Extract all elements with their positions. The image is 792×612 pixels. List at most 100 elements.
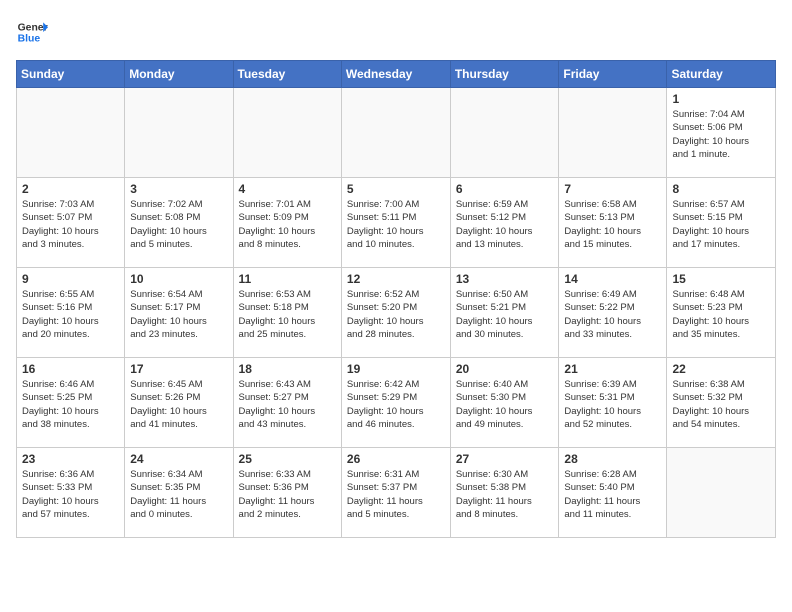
calendar-cell: 2 Sunrise: 7:03 AM Sunset: 5:07 PM Daylig… [17, 178, 125, 268]
day-info: Sunrise: 6:30 AM Sunset: 5:38 PM Dayligh… [456, 468, 554, 521]
day-info: Sunrise: 6:50 AM Sunset: 5:21 PM Dayligh… [456, 288, 554, 341]
day-number: 22 [672, 362, 770, 376]
day-info: Sunrise: 7:02 AM Sunset: 5:08 PM Dayligh… [130, 198, 227, 251]
day-number: 18 [239, 362, 336, 376]
day-info: Sunrise: 6:52 AM Sunset: 5:20 PM Dayligh… [347, 288, 445, 341]
day-info: Sunrise: 6:28 AM Sunset: 5:40 PM Dayligh… [564, 468, 661, 521]
day-info: Sunrise: 6:42 AM Sunset: 5:29 PM Dayligh… [347, 378, 445, 431]
weekday-header-monday: Monday [125, 61, 233, 88]
calendar-cell: 20 Sunrise: 6:40 AM Sunset: 5:30 PM Dayli… [450, 358, 559, 448]
day-info: Sunrise: 6:34 AM Sunset: 5:35 PM Dayligh… [130, 468, 227, 521]
day-info: Sunrise: 6:33 AM Sunset: 5:36 PM Dayligh… [239, 468, 336, 521]
calendar: SundayMondayTuesdayWednesdayThursdayFrid… [16, 60, 776, 538]
calendar-cell: 1Sunrise: 7:04 AM Sunset: 5:06 PM Daylig… [667, 88, 776, 178]
calendar-cell: 11 Sunrise: 6:53 AM Sunset: 5:18 PM Dayli… [233, 268, 341, 358]
day-number: 24 [130, 452, 227, 466]
calendar-cell: 3 Sunrise: 7:02 AM Sunset: 5:08 PM Daylig… [125, 178, 233, 268]
week-row-2: 9 Sunrise: 6:55 AM Sunset: 5:16 PM Daylig… [17, 268, 776, 358]
header: General Blue [16, 16, 776, 48]
calendar-cell: 17 Sunrise: 6:45 AM Sunset: 5:26 PM Dayli… [125, 358, 233, 448]
day-info: Sunrise: 7:01 AM Sunset: 5:09 PM Dayligh… [239, 198, 336, 251]
day-number: 9 [22, 272, 119, 286]
day-info: Sunrise: 6:57 AM Sunset: 5:15 PM Dayligh… [672, 198, 770, 251]
calendar-cell: 27 Sunrise: 6:30 AM Sunset: 5:38 PM Dayli… [450, 448, 559, 538]
day-number: 2 [22, 182, 119, 196]
svg-text:Blue: Blue [18, 34, 41, 45]
day-info: Sunrise: 6:49 AM Sunset: 5:22 PM Dayligh… [564, 288, 661, 341]
day-number: 13 [456, 272, 554, 286]
weekday-header-thursday: Thursday [450, 61, 559, 88]
day-info: Sunrise: 6:36 AM Sunset: 5:33 PM Dayligh… [22, 468, 119, 521]
day-info: Sunrise: 6:46 AM Sunset: 5:25 PM Dayligh… [22, 378, 119, 431]
day-number: 20 [456, 362, 554, 376]
calendar-cell: 13 Sunrise: 6:50 AM Sunset: 5:21 PM Dayli… [450, 268, 559, 358]
day-info: Sunrise: 6:55 AM Sunset: 5:16 PM Dayligh… [22, 288, 119, 341]
day-number: 15 [672, 272, 770, 286]
day-number: 17 [130, 362, 227, 376]
day-number: 23 [22, 452, 119, 466]
day-info: Sunrise: 6:45 AM Sunset: 5:26 PM Dayligh… [130, 378, 227, 431]
day-info: Sunrise: 6:59 AM Sunset: 5:12 PM Dayligh… [456, 198, 554, 251]
day-number: 21 [564, 362, 661, 376]
calendar-cell [559, 88, 667, 178]
day-info: Sunrise: 6:43 AM Sunset: 5:27 PM Dayligh… [239, 378, 336, 431]
weekday-header-wednesday: Wednesday [341, 61, 450, 88]
calendar-cell: 24 Sunrise: 6:34 AM Sunset: 5:35 PM Dayli… [125, 448, 233, 538]
calendar-cell [233, 88, 341, 178]
calendar-cell: 21Sunrise: 6:39 AM Sunset: 5:31 PM Dayli… [559, 358, 667, 448]
day-number: 4 [239, 182, 336, 196]
day-number: 12 [347, 272, 445, 286]
day-info: Sunrise: 6:53 AM Sunset: 5:18 PM Dayligh… [239, 288, 336, 341]
week-row-0: 1Sunrise: 7:04 AM Sunset: 5:06 PM Daylig… [17, 88, 776, 178]
calendar-cell: 22 Sunrise: 6:38 AM Sunset: 5:32 PM Dayli… [667, 358, 776, 448]
day-info: Sunrise: 6:38 AM Sunset: 5:32 PM Dayligh… [672, 378, 770, 431]
calendar-cell: 18 Sunrise: 6:43 AM Sunset: 5:27 PM Dayli… [233, 358, 341, 448]
calendar-cell [17, 88, 125, 178]
calendar-cell: 4 Sunrise: 7:01 AM Sunset: 5:09 PM Daylig… [233, 178, 341, 268]
day-number: 14 [564, 272, 661, 286]
calendar-cell [125, 88, 233, 178]
calendar-cell: 12 Sunrise: 6:52 AM Sunset: 5:20 PM Dayli… [341, 268, 450, 358]
day-number: 8 [672, 182, 770, 196]
day-number: 28 [564, 452, 661, 466]
day-number: 25 [239, 452, 336, 466]
calendar-cell: 10 Sunrise: 6:54 AM Sunset: 5:17 PM Dayli… [125, 268, 233, 358]
day-number: 19 [347, 362, 445, 376]
logo-icon: General Blue [16, 16, 48, 48]
day-number: 7 [564, 182, 661, 196]
calendar-cell: 25 Sunrise: 6:33 AM Sunset: 5:36 PM Dayli… [233, 448, 341, 538]
calendar-cell: 14 Sunrise: 6:49 AM Sunset: 5:22 PM Dayli… [559, 268, 667, 358]
weekday-header-sunday: Sunday [17, 61, 125, 88]
calendar-cell: 5 Sunrise: 7:00 AM Sunset: 5:11 PM Daylig… [341, 178, 450, 268]
day-info: Sunrise: 6:54 AM Sunset: 5:17 PM Dayligh… [130, 288, 227, 341]
day-number: 11 [239, 272, 336, 286]
calendar-cell: 23 Sunrise: 6:36 AM Sunset: 5:33 PM Dayli… [17, 448, 125, 538]
day-info: Sunrise: 7:03 AM Sunset: 5:07 PM Dayligh… [22, 198, 119, 251]
week-row-1: 2 Sunrise: 7:03 AM Sunset: 5:07 PM Daylig… [17, 178, 776, 268]
day-number: 1 [672, 92, 770, 106]
calendar-cell: 26Sunrise: 6:31 AM Sunset: 5:37 PM Dayli… [341, 448, 450, 538]
day-info: Sunrise: 6:58 AM Sunset: 5:13 PM Dayligh… [564, 198, 661, 251]
week-row-4: 23 Sunrise: 6:36 AM Sunset: 5:33 PM Dayli… [17, 448, 776, 538]
calendar-cell: 8 Sunrise: 6:57 AM Sunset: 5:15 PM Daylig… [667, 178, 776, 268]
weekday-header-saturday: Saturday [667, 61, 776, 88]
weekday-header-friday: Friday [559, 61, 667, 88]
day-number: 26 [347, 452, 445, 466]
calendar-cell: 7 Sunrise: 6:58 AM Sunset: 5:13 PM Daylig… [559, 178, 667, 268]
day-number: 3 [130, 182, 227, 196]
calendar-cell: 6 Sunrise: 6:59 AM Sunset: 5:12 PM Daylig… [450, 178, 559, 268]
logo: General Blue [16, 16, 48, 48]
day-number: 6 [456, 182, 554, 196]
day-info: Sunrise: 6:40 AM Sunset: 5:30 PM Dayligh… [456, 378, 554, 431]
calendar-cell: 9 Sunrise: 6:55 AM Sunset: 5:16 PM Daylig… [17, 268, 125, 358]
calendar-cell: 19 Sunrise: 6:42 AM Sunset: 5:29 PM Dayli… [341, 358, 450, 448]
day-info: Sunrise: 7:00 AM Sunset: 5:11 PM Dayligh… [347, 198, 445, 251]
calendar-cell: 16 Sunrise: 6:46 AM Sunset: 5:25 PM Dayli… [17, 358, 125, 448]
calendar-cell: 15Sunrise: 6:48 AM Sunset: 5:23 PM Dayli… [667, 268, 776, 358]
calendar-cell [341, 88, 450, 178]
day-number: 27 [456, 452, 554, 466]
week-row-3: 16 Sunrise: 6:46 AM Sunset: 5:25 PM Dayli… [17, 358, 776, 448]
day-number: 16 [22, 362, 119, 376]
day-number: 10 [130, 272, 227, 286]
day-number: 5 [347, 182, 445, 196]
